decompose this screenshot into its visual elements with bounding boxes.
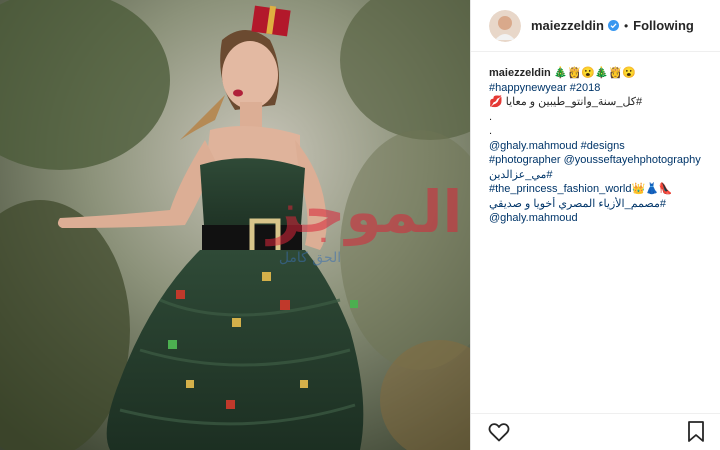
post-side-panel: maiezzeldin • Following maiezzeldin 🎄👸😮🎄… [470, 0, 720, 450]
following-button[interactable]: Following [633, 18, 694, 33]
post-header: maiezzeldin • Following [471, 0, 720, 52]
caption-arabic-hashtag[interactable]: #مي_عزالدين [489, 168, 712, 183]
post-caption: maiezzeldin 🎄👸😮🎄👸😮 #happynewyear #2018 #… [471, 52, 720, 226]
caption-fashion-hashtag[interactable]: #the_princess_fashion_world👑👗👠 [489, 182, 712, 197]
caption-final-mention[interactable]: @ghaly.mahmoud [489, 211, 712, 226]
caption-emojis: 🎄👸😮🎄👸😮 [550, 67, 636, 79]
post-photo[interactable] [0, 0, 470, 450]
caption-arabic-greeting: #كل_سنة_وانتو_طيبين و معايا 💋 [489, 96, 643, 108]
caption-designer-mention[interactable]: @ghaly.mahmoud #designs [489, 139, 712, 154]
verified-icon [607, 20, 619, 31]
separator-dot: • [623, 18, 629, 33]
instagram-post: الموجز الحق كامل maiezzeldin • Following [0, 0, 720, 450]
caption-photographer-mention[interactable]: #photographer @youssef​tayehphotography [489, 153, 712, 168]
photo-image [0, 0, 470, 450]
caption-dot: . [489, 125, 493, 137]
caption-hashtags[interactable]: #happynewyear #2018 [489, 81, 712, 96]
username-link[interactable]: maiezzeldin [531, 18, 604, 33]
heart-icon[interactable] [487, 420, 511, 444]
bookmark-icon[interactable] [686, 420, 706, 444]
post-actions [471, 413, 720, 450]
avatar[interactable] [489, 9, 521, 42]
caption-line: maiezzeldin 🎄👸😮🎄👸😮 [489, 66, 712, 81]
caption-dot: . [489, 110, 493, 123]
caption-username[interactable]: maiezzeldin [489, 67, 551, 79]
caption-arabic-designer[interactable]: #مصمم_الأزياء المصري أخويا و صديقي [489, 197, 712, 212]
